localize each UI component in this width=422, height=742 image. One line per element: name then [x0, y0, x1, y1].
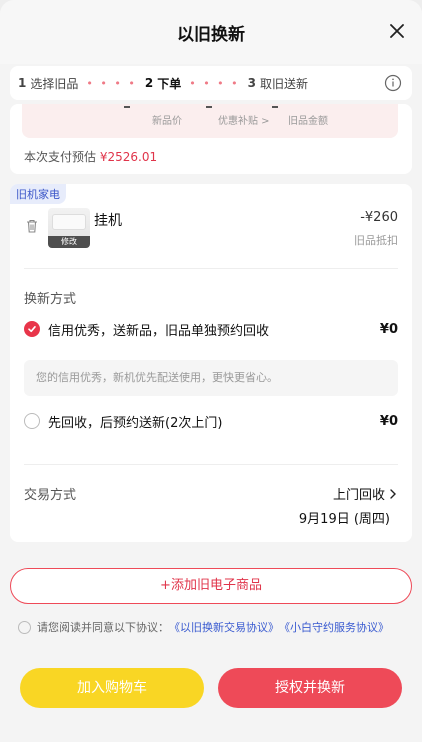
edit-product-button[interactable]: 修改	[48, 236, 90, 248]
order-card: 旧机家电 修改 挂机 -¥260 旧品抵扣 换新方式 信用优秀，送新品，旧品单独…	[10, 184, 412, 542]
new-price-label: 新品价	[152, 116, 182, 127]
exchange-method-title: 换新方式	[24, 292, 77, 307]
exchange-option-credit[interactable]: 信用优秀，送新品，旧品单独预约回收 ¥0	[24, 318, 398, 340]
value-placeholder	[124, 106, 130, 108]
service-agreement-link[interactable]: 《小白守约服务协议》	[279, 619, 389, 635]
trade-in-agreement-link[interactable]: 《以旧换新交易协议》	[169, 619, 279, 635]
step-number: 2	[144, 76, 154, 90]
value-placeholder	[206, 106, 212, 108]
divider	[24, 268, 398, 269]
deduction-label: 旧品抵扣	[354, 234, 398, 247]
step-number: 1	[18, 76, 27, 90]
close-icon	[390, 24, 404, 38]
step-2: 2 下单	[145, 75, 181, 92]
trade-method-value: 上门回收	[332, 488, 385, 503]
product-image: 修改	[48, 208, 90, 248]
trade-in-sheet: 以旧换新 1 选择旧品 • • • • 2 下单 • • • • 3 取旧送新	[0, 0, 422, 742]
estimate-amount: ¥2526.01	[99, 150, 158, 164]
add-old-electronics-button[interactable]: +添加旧电子商品	[10, 568, 412, 604]
agreement-text: 请您阅读并同意以下协议：	[37, 621, 169, 634]
old-item-amount-label: 旧品金额	[288, 116, 328, 127]
category-tag: 旧机家电	[10, 184, 66, 204]
page-title: 以旧换新	[177, 25, 245, 45]
header: 以旧换新	[0, 0, 422, 64]
radio-unchecked[interactable]	[24, 413, 40, 429]
product-name: 挂机	[94, 213, 122, 229]
close-button[interactable]	[386, 20, 408, 42]
option-note: 您的信用优秀，新机优先配送使用，更快更省心。	[24, 360, 398, 396]
info-icon[interactable]	[384, 74, 402, 92]
step-1: 1 选择旧品	[18, 75, 78, 92]
step-connector: • • • •	[189, 76, 240, 90]
air-conditioner-image	[52, 214, 86, 230]
agreement-row: 请您阅读并同意以下协议： 《以旧换新交易协议》 《小白守约服务协议》	[18, 619, 414, 635]
authorize-exchange-button[interactable]: 授权并换新	[218, 668, 402, 708]
trade-method-title: 交易方式	[24, 488, 77, 503]
price-summary-card: 新品价 优惠补贴 > 旧品金额 本次支付预估 ¥2526.01	[10, 104, 412, 174]
radio-checked[interactable]	[24, 321, 40, 337]
step-connector: • • • •	[86, 76, 137, 90]
step-indicator: 1 选择旧品 • • • • 2 下单 • • • • 3 取旧送新	[10, 66, 412, 100]
footer-bar: 加入购物车 授权并换新	[0, 656, 422, 742]
agreement-checkbox[interactable]	[18, 620, 31, 634]
option-price: ¥0	[379, 413, 398, 429]
check-icon	[28, 326, 36, 333]
trash-icon[interactable]	[24, 218, 40, 234]
step-label: 选择旧品	[30, 76, 79, 91]
divider	[24, 464, 398, 465]
add-to-cart-button[interactable]: 加入购物车	[20, 668, 204, 708]
step-label: 下单	[157, 76, 182, 91]
step-label: 取旧送新	[260, 76, 309, 91]
chevron-right-icon	[390, 488, 396, 499]
estimate-label: 本次支付预估	[24, 150, 97, 164]
pickup-date: 9月19日 (周四)	[298, 512, 390, 527]
trade-method-selector[interactable]: 上门回收	[333, 484, 398, 503]
option-price: ¥0	[379, 321, 398, 337]
exchange-option-recycle-first[interactable]: 先回收，后预约送新(2次上门) ¥0	[24, 410, 398, 432]
value-placeholder	[272, 106, 278, 108]
product-deduction: -¥260	[360, 210, 398, 225]
option-label: 先回收，后预约送新(2次上门)	[48, 415, 223, 431]
price-breakdown: 新品价 优惠补贴 > 旧品金额	[22, 104, 398, 138]
step-3: 3 取旧送新	[248, 75, 308, 92]
payment-estimate: 本次支付预估 ¥2526.01	[24, 148, 157, 165]
step-number: 3	[247, 76, 257, 90]
option-label: 信用优秀，送新品，旧品单独预约回收	[48, 323, 270, 339]
subsidy-label[interactable]: 优惠补贴 >	[218, 112, 270, 127]
